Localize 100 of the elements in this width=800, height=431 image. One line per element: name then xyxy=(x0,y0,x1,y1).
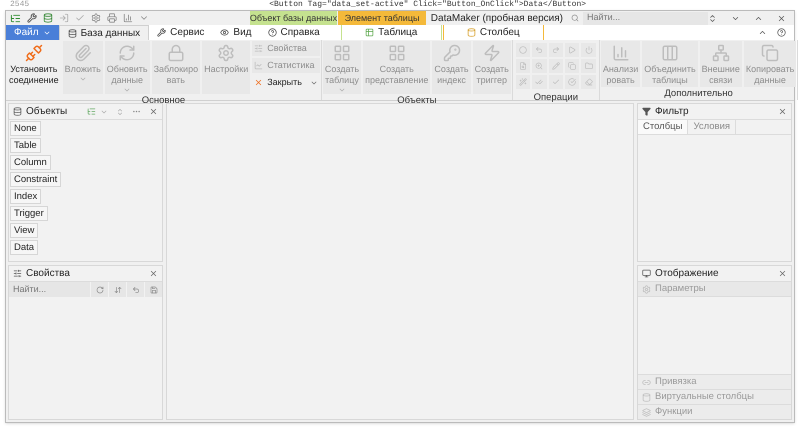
cylinder-icon xyxy=(466,28,476,37)
ribbon-small-button[interactable]: Закрыть xyxy=(252,75,320,90)
panel-title: Отображение xyxy=(655,267,719,281)
eraser-icon xyxy=(584,78,593,86)
toolbar-button[interactable] xyxy=(145,282,162,297)
section-header[interactable]: Виртуальные столбцы xyxy=(638,389,791,404)
operation-button[interactable] xyxy=(581,43,596,57)
section-header[interactable]: Привязка xyxy=(638,374,791,389)
operation-button[interactable] xyxy=(532,59,547,73)
operation-button[interactable] xyxy=(516,59,530,73)
grid-icon xyxy=(388,44,406,62)
operation-button[interactable] xyxy=(565,75,580,89)
object-type-item[interactable]: Trigger xyxy=(10,206,48,221)
search-field[interactable]: Найти... xyxy=(9,282,90,297)
section-header[interactable]: Параметры xyxy=(638,282,791,297)
plug-icon xyxy=(24,44,43,62)
file-menu-button[interactable]: Файл xyxy=(6,25,59,40)
lock-icon xyxy=(166,44,185,62)
settings-icon xyxy=(217,44,236,62)
ribbon-tab[interactable]: База данных xyxy=(58,25,150,40)
operation-button[interactable] xyxy=(516,43,530,57)
object-type-item[interactable]: None xyxy=(10,121,41,136)
login-icon[interactable] xyxy=(59,13,69,23)
object-type-item[interactable]: Constraint xyxy=(10,172,62,187)
copy-icon xyxy=(568,62,576,70)
database-icon[interactable] xyxy=(43,13,53,23)
operation-button[interactable] xyxy=(548,59,564,73)
object-type-item[interactable]: Data xyxy=(10,240,38,255)
panel-title: Объекты xyxy=(26,105,68,119)
toolbar-button[interactable] xyxy=(91,282,108,297)
close-icon[interactable] xyxy=(778,269,787,278)
group-label: Операции xyxy=(532,92,580,104)
check-icon xyxy=(552,78,560,86)
operation-button[interactable] xyxy=(532,43,547,57)
collapse-ribbon-icon[interactable] xyxy=(758,28,767,37)
filter-icon xyxy=(642,107,651,116)
tree-icon[interactable] xyxy=(87,107,96,116)
redo-icon xyxy=(552,46,560,54)
close-icon[interactable] xyxy=(778,107,787,116)
lightning-icon xyxy=(482,44,501,62)
app-icon[interactable] xyxy=(10,12,21,24)
restore-icon[interactable] xyxy=(708,14,717,22)
object-type-item[interactable]: Index xyxy=(10,189,42,204)
save-icon xyxy=(150,286,158,294)
object-type-item[interactable]: Column xyxy=(10,155,51,170)
operation-button[interactable] xyxy=(548,75,564,89)
database-icon xyxy=(68,28,77,38)
operation-button[interactable] xyxy=(581,59,596,73)
operation-button[interactable] xyxy=(548,43,564,57)
check-icon[interactable] xyxy=(75,13,85,23)
settings-icon[interactable] xyxy=(91,13,101,23)
tools-icon[interactable] xyxy=(27,13,37,23)
operation-button[interactable] xyxy=(581,75,596,89)
table-icon xyxy=(365,28,374,37)
filter-tab[interactable]: Столбцы xyxy=(638,120,688,134)
chart-icon[interactable] xyxy=(123,13,133,23)
line-chart-icon xyxy=(254,61,264,70)
properties-icon xyxy=(13,269,22,278)
object-type-item[interactable]: View xyxy=(10,223,38,238)
search-field[interactable]: Найти... xyxy=(583,12,708,24)
key-icon xyxy=(442,44,461,62)
toolbar-button[interactable] xyxy=(109,282,126,297)
sort-icon[interactable] xyxy=(116,108,124,116)
close-icon[interactable] xyxy=(149,269,158,278)
operation-button[interactable] xyxy=(565,59,580,73)
panel-title: Фильтр xyxy=(655,105,689,119)
copy-icon xyxy=(761,44,780,62)
toolbar-button[interactable] xyxy=(127,282,144,297)
paperclip-icon xyxy=(74,44,92,62)
hierarchy-icon xyxy=(712,44,730,62)
close-icon[interactable] xyxy=(777,14,786,22)
undo-icon xyxy=(535,46,544,54)
context-tab[interactable]: Таблица xyxy=(340,25,442,40)
database-icon xyxy=(13,107,22,116)
settings-icon xyxy=(642,284,651,294)
section-header[interactable]: Функции xyxy=(638,404,791,419)
help-icon[interactable] xyxy=(777,28,786,37)
context-group-label: Элемент таблицы xyxy=(338,11,426,25)
sort-icon xyxy=(114,286,122,294)
play-icon xyxy=(568,46,576,54)
refresh-icon xyxy=(118,44,136,62)
sliders-icon xyxy=(254,44,264,53)
layers-icon xyxy=(642,408,651,416)
window-title: DataMaker (пробная версия) xyxy=(430,12,563,26)
operation-button[interactable] xyxy=(565,43,580,57)
context-tab[interactable]: Столбец xyxy=(442,25,544,40)
tools-icon xyxy=(157,28,166,37)
operation-button[interactable] xyxy=(516,75,530,89)
undo-icon xyxy=(132,286,140,294)
close-icon[interactable] xyxy=(149,107,158,116)
object-type-item[interactable]: Table xyxy=(10,138,41,153)
zoom-icon xyxy=(535,62,544,70)
double-check-icon xyxy=(535,78,544,86)
search-icon xyxy=(571,14,579,22)
monitor-icon xyxy=(642,269,651,278)
printer-icon[interactable] xyxy=(107,13,117,23)
close-icon xyxy=(254,78,264,87)
line-number: 2545 xyxy=(10,0,30,10)
group-label: Дополнительно xyxy=(663,88,734,100)
operation-button[interactable] xyxy=(532,75,547,89)
